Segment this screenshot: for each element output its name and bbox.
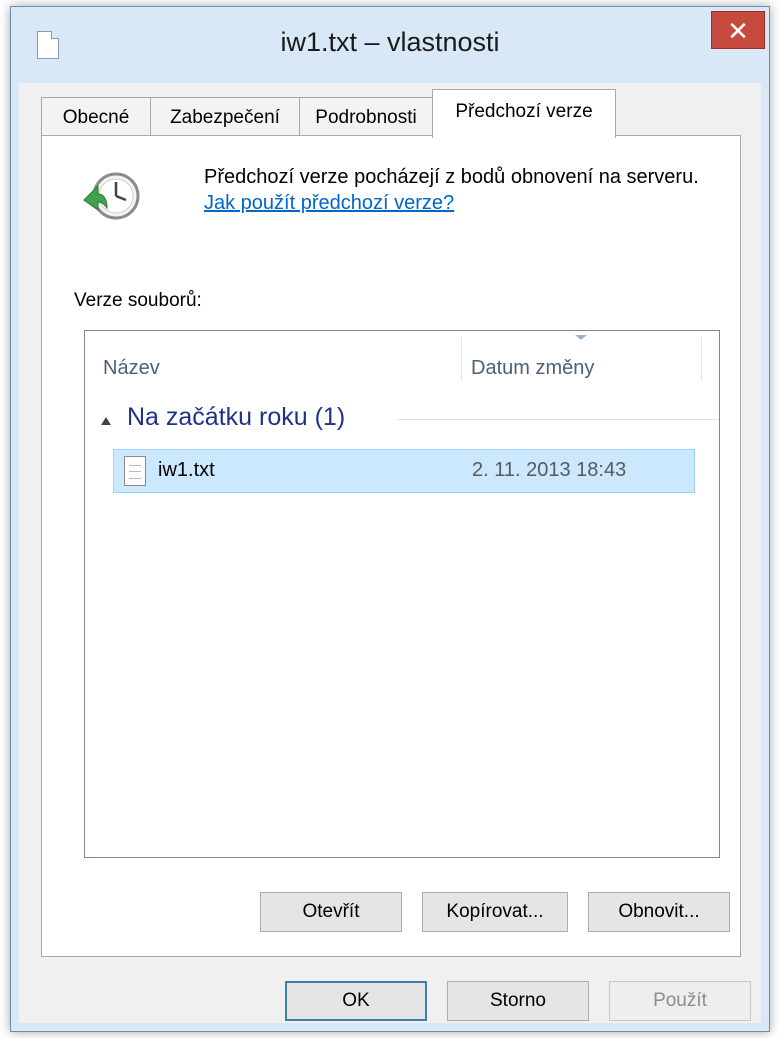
text-file-icon [124,456,146,486]
title-bar[interactable]: iw1.txt – vlastnosti ✕ [11,7,769,83]
ok-button[interactable]: OK [285,981,427,1021]
open-button[interactable]: Otevřít [260,892,402,932]
tab-general[interactable]: Obecné [41,97,151,137]
properties-window: iw1.txt – vlastnosti ✕ Obecné Zabezpečen… [10,6,770,1032]
tab-details[interactable]: Podrobnosti [299,97,433,137]
column-header-date[interactable]: Datum změny [471,357,594,380]
column-divider[interactable] [701,337,702,381]
group-collapse-icon[interactable] [101,417,111,425]
group-header[interactable]: Na začátku roku (1) [127,403,345,432]
info-description: Předchozí verze pocházejí z bodů obnoven… [204,166,699,188]
window-title: iw1.txt – vlastnosti [280,27,500,57]
column-divider[interactable] [461,337,462,381]
file-date: 2. 11. 2013 18:43 [472,459,627,481]
cancel-button[interactable]: Storno [447,981,589,1021]
file-versions-label: Verze souborů: [74,290,202,311]
tab-security[interactable]: Zabezpečení [150,97,300,137]
copy-button[interactable]: Kopírovat... [422,892,568,932]
table-row[interactable]: iw1.txt 2. 11. 2013 18:43 [113,449,695,493]
group-divider [397,419,719,420]
close-icon: ✕ [727,16,749,46]
close-button[interactable]: ✕ [711,11,765,49]
file-name: iw1.txt [158,459,215,481]
previous-versions-panel: Předchozí verze pocházejí z bodů obnoven… [41,135,741,957]
tab-previous-versions[interactable]: Předchozí verze [432,89,616,138]
column-header-name[interactable]: Název [103,357,160,380]
help-link[interactable]: Jak použít předchozí verze? [204,192,454,214]
clock-restore-icon [83,172,140,220]
file-versions-list[interactable]: Název Datum změny Na začátku roku (1) iw… [84,330,720,858]
sort-arrow-icon [575,335,587,340]
restore-button[interactable]: Obnovit... [588,892,730,932]
info-text: Předchozí verze pocházejí z bodů obnoven… [204,164,724,216]
apply-button[interactable]: Použít [609,981,751,1021]
